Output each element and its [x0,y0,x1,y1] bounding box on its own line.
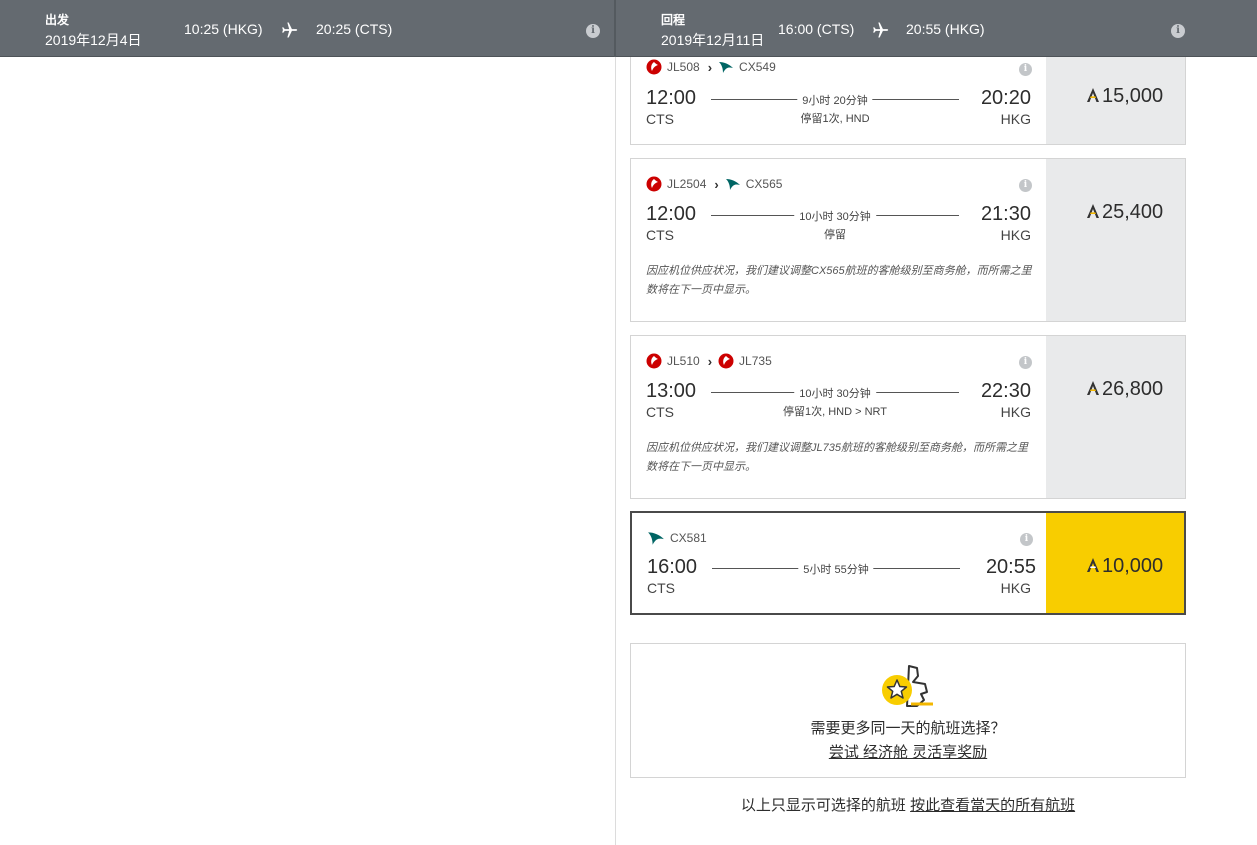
outbound-label: 出发 [45,13,70,27]
flight-option-3[interactable]: JL510 › JL735 i 13:00 CTS 10小时 30分钟 停留1次… [630,335,1186,499]
duration-line: 10小时 30分钟 [711,208,959,224]
more-options-box: 需要更多同一天的航班选择？ 尝试 经济舱 灵活享奖励 [630,643,1186,778]
flight-code: CX565 [745,177,783,191]
arrive-time: 22:30 [980,380,1031,402]
duration: 9小时 20分钟 [797,92,873,108]
arrive-time: 20:55 [985,556,1036,578]
flight-code: JL508 [667,60,700,74]
arrive-time: 21:30 [980,203,1031,225]
cathay-logo-icon [719,62,734,73]
arrive-city: HKG [1000,580,1031,596]
connection-arrow: › [714,176,719,192]
price-cell-selected[interactable]: 10,000 [1046,513,1184,613]
flight-option-2[interactable]: JL2504 › CX565 i 12:00 CTS 10小时 30分钟 停留 … [630,158,1186,322]
jal-logo-icon [646,59,662,75]
price-cell[interactable]: 25,400 [1046,159,1185,321]
price: 25,400 [1086,201,1163,224]
stops: 停留1次, HND > NRT [782,406,887,418]
cabin-upgrade-note: 因应机位供应状况，我们建议调整CX565航班的客舱级别至商务舱，而所需之里数将在… [646,265,1032,296]
return-label: 回程 [661,13,686,27]
outbound-depart: 10:25 (HKG) [184,21,263,37]
flight-option-4-selected[interactable]: CX581 i 16:00 CTS 5小时 55分钟 20:55 HKG 10,… [630,511,1186,615]
outbound-date: 2019年12月4日 [45,32,142,48]
flight-info-icon[interactable]: i [1019,63,1032,76]
depart-city: CTS [647,580,675,596]
connection-arrow: › [707,353,713,369]
depart-time: 12:00 [646,87,697,109]
flight-info-icon[interactable]: i [1019,356,1032,369]
cathay-logo-icon [725,179,740,190]
depart-city: CTS [646,404,674,420]
arrive-city: HKG [1000,111,1031,127]
avios-icon [1087,558,1099,572]
flight-option-1[interactable]: JL508 › CX549 i 12:00 CTS 9小时 20分钟 停留1次,… [630,57,1186,145]
footer-note: 以上只显示可选择的航班 按此查看當天的所有航班 [630,794,1186,815]
arrive-city: HKG [1000,404,1031,420]
return-summary: 回程 2019年12月11日 16:00 (CTS) 20:55 (HKG) i [616,0,1257,57]
footer-text: 以上只显示可选择的航班 [740,797,911,814]
return-arrive: 20:55 (HKG) [906,21,985,37]
depart-time: 12:00 [646,203,697,225]
jal-logo-icon [646,353,662,369]
return-date: 2019年12月11日 [661,32,765,48]
flight-code: CX581 [670,531,707,545]
trip-summary-bar: 出发 2019年12月4日 10:25 (HKG) 20:25 (CTS) i … [0,0,1257,57]
price: 26,800 [1086,378,1163,401]
arrive-city: HKG [1000,227,1031,243]
flight-code: CX549 [739,60,776,74]
stops: 停留 [824,229,846,241]
outbound-summary: 出发 2019年12月4日 10:25 (HKG) 20:25 (CTS) i [0,0,614,57]
flight-numbers: JL2504 › CX565 [646,176,782,192]
depart-time: 13:00 [646,380,697,402]
economy-flex-link[interactable]: 尝试 经济舱 灵活享奖励 [631,741,1185,762]
duration-line: 10小时 30分钟 [711,385,959,401]
duration-line: 5小时 55分钟 [712,561,960,577]
flight-numbers: CX581 [647,530,707,546]
duration: 10小时 30分钟 [794,385,876,401]
cabin-upgrade-note: 因应机位供应状况，我们建议调整JL735航班的客舱级别至商务舱，而所需之里数将在… [646,442,1028,473]
avios-icon [1087,204,1099,218]
duration: 10小时 30分钟 [794,208,876,224]
cathay-logo-icon [648,532,664,545]
price-cell[interactable]: 15,000 [1046,57,1185,144]
duration: 5小时 55分钟 [798,561,874,577]
depart-city: CTS [646,227,674,243]
duration-line: 9小时 20分钟 [711,92,959,108]
flight-code: JL510 [667,354,700,368]
flight-numbers: JL510 › JL735 [646,353,772,369]
stops: 停留1次, HND [800,113,870,125]
flight-numbers: JL508 › CX549 [646,59,776,75]
depart-time: 16:00 [647,556,698,578]
avios-icon [1087,381,1099,395]
more-options-question: 需要更多同一天的航班选择？ [810,720,1006,737]
price-cell[interactable]: 26,800 [1046,336,1185,498]
award-seat-icon [882,665,933,707]
plane-icon [873,22,889,38]
price: 10,000 [1086,555,1163,578]
flight-code: JL2504 [667,177,707,191]
connection-arrow: › [707,59,713,75]
avios-icon [1087,88,1099,102]
flight-info-icon[interactable]: i [1019,179,1032,192]
jal-logo-icon [646,176,662,192]
outbound-arrive: 20:25 (CTS) [316,21,393,37]
return-info-icon[interactable]: i [1171,24,1185,38]
flight-info-icon[interactable]: i [1020,533,1033,546]
plane-icon [282,22,298,38]
return-depart: 16:00 (CTS) [778,21,855,37]
jal-logo-icon [718,353,734,369]
panel-divider [615,57,616,845]
arrive-time: 20:20 [980,87,1031,109]
price: 15,000 [1086,85,1163,108]
flight-code: JL735 [739,354,772,368]
view-all-flights-link[interactable]: 按此查看當天的所有航班 [910,797,1075,814]
depart-city: CTS [646,111,674,127]
outbound-info-icon[interactable]: i [586,24,600,38]
